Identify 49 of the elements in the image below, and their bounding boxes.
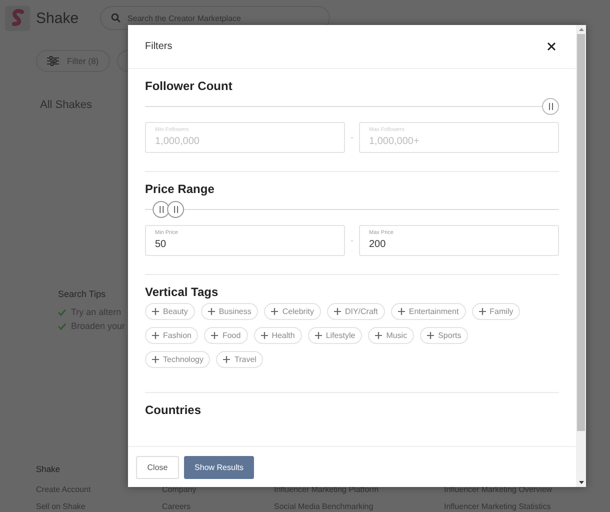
range-dash: - (350, 133, 354, 142)
sliders-icon (47, 56, 59, 66)
tag-chip[interactable]: Business (200, 303, 258, 320)
tips-title: Search Tips (58, 289, 106, 299)
plus-icon (223, 356, 230, 363)
range-dash: - (350, 236, 354, 245)
plus-icon (152, 308, 159, 315)
section-title: Countries (145, 403, 202, 419)
tag-chip[interactable]: Technology (145, 351, 210, 368)
search-icon (110, 13, 121, 23)
plus-icon (211, 332, 218, 339)
tag-chip[interactable]: Fashion (145, 327, 198, 344)
tag-chip[interactable]: Music (368, 327, 414, 344)
tag-chip[interactable]: Travel (216, 351, 264, 368)
tag-chip[interactable]: Family (472, 303, 520, 320)
tag-chip[interactable]: Beauty (145, 303, 195, 320)
page-title: All Shakes (40, 99, 92, 111)
footer-heading: Shake (36, 463, 60, 475)
plus-icon (314, 332, 322, 339)
close-icon[interactable] (547, 42, 556, 51)
scroll-up-icon[interactable] (578, 28, 584, 31)
tag-chip[interactable]: DIY/Craft (326, 303, 385, 320)
tag-chip[interactable]: Food (204, 327, 248, 344)
plus-icon (208, 308, 215, 315)
section-title: Price Range (145, 182, 216, 198)
section-title: Follower Count (145, 79, 234, 95)
plus-icon (427, 332, 434, 339)
plus-icon (152, 332, 159, 339)
scrollbar[interactable] (576, 25, 586, 487)
tag-chip[interactable]: Celebrity (264, 303, 321, 320)
tag-chip[interactable]: Lifestyle (308, 327, 362, 344)
plus-icon (334, 308, 341, 315)
plus-icon (260, 332, 268, 339)
slider-handle[interactable] (152, 201, 170, 218)
plus-icon (375, 332, 382, 339)
brand-name: Shake (36, 10, 79, 26)
slider-handle[interactable] (166, 201, 184, 218)
dialog-title: Filters (145, 41, 172, 52)
scroll-down-icon[interactable] (578, 481, 584, 484)
tag-chip[interactable]: Entertainment (390, 303, 466, 320)
plus-icon (152, 356, 159, 363)
close-button[interactable]: Close (136, 456, 179, 478)
tag-chip[interactable]: Sports (420, 327, 468, 344)
tag-chip[interactable]: Health (254, 327, 302, 344)
section-title: Vertical Tags (145, 285, 220, 301)
plus-icon (398, 308, 405, 315)
show-results-button[interactable]: Show Results (184, 456, 254, 478)
plus-icon (271, 308, 278, 315)
plus-icon (478, 308, 486, 315)
